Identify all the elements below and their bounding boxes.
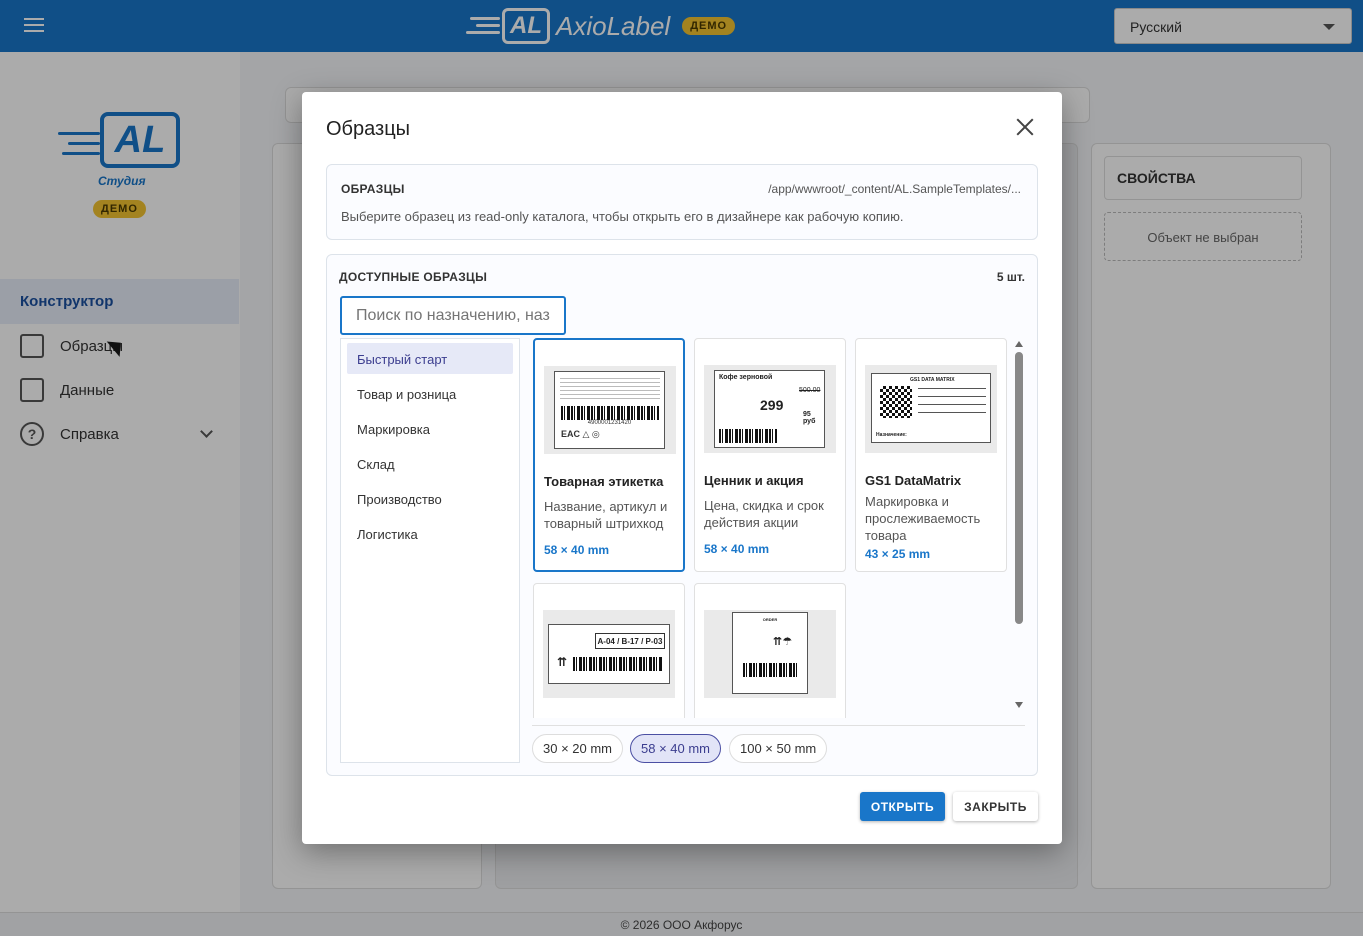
size-chip[interactable]: 30 × 20 mm <box>532 734 624 763</box>
sample-card[interactable]: Кофе зерновой 299 500.00 95 руб Ценник и… <box>694 338 846 572</box>
sample-card[interactable]: GS1 DATA MATRIX Назначение: GS1 DataMatr… <box>855 338 1007 572</box>
close-icon[interactable] <box>1014 116 1036 138</box>
scroll-up-icon[interactable] <box>1015 341 1023 347</box>
category-item[interactable]: Склад <box>347 448 513 479</box>
sample-title: Ценник и акция <box>704 473 804 488</box>
scroll-thumb[interactable] <box>1015 352 1023 624</box>
available-samples-card: ДОСТУПНЫЕ ОБРАЗЦЫ 5 шт. Быстрый старт То… <box>326 254 1038 776</box>
close-button[interactable]: ЗАКРЫТЬ <box>953 792 1038 821</box>
scroll-down-icon[interactable] <box>1015 702 1023 708</box>
samples-dialog: Образцы ОБРАЗЦЫ /app/wwwroot/_content/AL… <box>302 92 1062 844</box>
sample-card[interactable]: A-04 / B-17 / P-03 ⇈ <box>533 583 685 718</box>
thumb-new-price: 95 руб <box>803 411 816 425</box>
sample-thumbnail: ORDER ⇈☂ <box>704 610 836 698</box>
category-item[interactable]: Логистика <box>347 518 513 549</box>
sample-thumbnail: A-04 / B-17 / P-03 ⇈ <box>543 610 675 698</box>
category-item[interactable]: Быстрый старт <box>347 343 513 374</box>
thumb-price: 299 <box>760 397 784 413</box>
sample-title: GS1 DataMatrix <box>865 473 962 488</box>
sample-thumbnail: Кофе зерновой 299 500.00 95 руб <box>704 365 836 453</box>
thumb-field: Назначение: <box>876 432 907 438</box>
catalog-path: /app/wwwroot/_content/AL.SampleTemplates… <box>768 182 1021 196</box>
thumb-heading: Кофе зерновой <box>719 374 773 381</box>
category-item[interactable]: Маркировка <box>347 413 513 444</box>
info-description: Выберите образец из read-only каталога, … <box>341 209 904 224</box>
info-label: ОБРАЗЦЫ <box>341 182 405 196</box>
sample-thumbnail: 4900001231420 EAC △ ◎ <box>544 366 676 454</box>
sample-size: 43 × 25 mm <box>865 547 931 561</box>
grid-scrollbar[interactable] <box>1013 338 1025 713</box>
sample-description: Название, артикул и товарный штрихкод <box>544 499 668 531</box>
dialog-title: Образцы <box>326 118 411 140</box>
category-item[interactable]: Производство <box>347 483 513 514</box>
sample-size: 58 × 40 mm <box>544 543 610 557</box>
sample-description: Маркировка и прослеживаемость товара <box>865 494 981 543</box>
available-label: ДОСТУПНЫЕ ОБРАЗЦЫ <box>339 270 488 284</box>
size-chip[interactable]: 100 × 50 mm <box>729 734 828 763</box>
sample-thumbnail: GS1 DATA MATRIX Назначение: <box>865 365 997 453</box>
thumb-location: A-04 / B-17 / P-03 <box>595 633 665 649</box>
open-button[interactable]: ОТКРЫТЬ <box>860 792 945 821</box>
samples-grid: 4900001231420 EAC △ ◎ Товарная этикетка … <box>532 338 1027 718</box>
size-chip[interactable]: 58 × 40 mm <box>630 734 722 763</box>
divider <box>532 725 1025 726</box>
datamatrix-icon <box>880 386 912 418</box>
search-input[interactable] <box>340 296 566 335</box>
info-card: ОБРАЗЦЫ /app/wwwroot/_content/AL.SampleT… <box>326 164 1038 240</box>
thumb-heading: GS1 DATA MATRIX <box>910 377 955 383</box>
category-list: Быстрый старт Товар и розница Маркировка… <box>340 338 520 763</box>
thumb-barcode-number: 4900001231420 <box>587 420 632 426</box>
sample-card[interactable]: ORDER ⇈☂ <box>694 583 846 718</box>
thumb-old-price: 500.00 <box>799 387 821 394</box>
sample-card[interactable]: 4900001231420 EAC △ ◎ Товарная этикетка … <box>533 338 685 572</box>
thumb-heading: ORDER <box>762 617 778 622</box>
sample-description: Цена, скидка и срок действия акции <box>704 498 824 530</box>
samples-count: 5 шт. <box>996 270 1025 284</box>
sample-title: Товарная этикетка <box>544 474 664 489</box>
category-item[interactable]: Товар и розница <box>347 378 513 409</box>
sample-size: 58 × 40 mm <box>704 542 770 556</box>
